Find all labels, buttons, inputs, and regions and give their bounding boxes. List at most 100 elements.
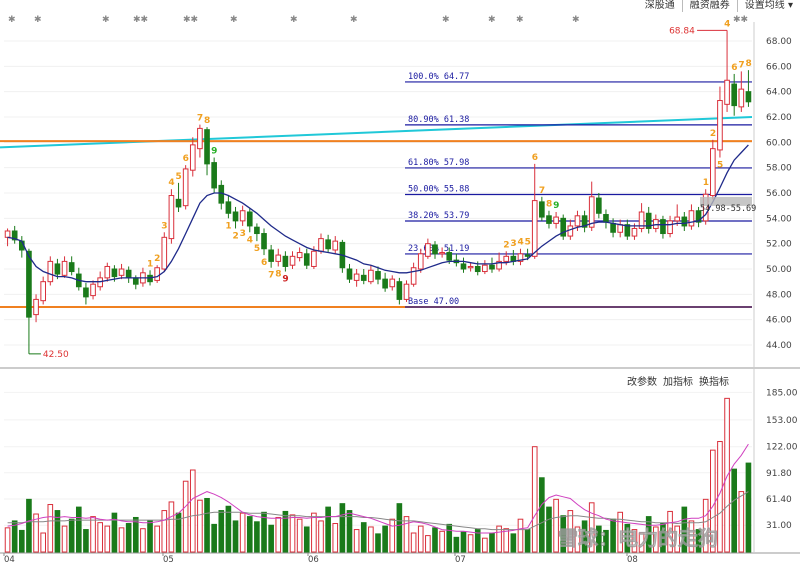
volume-bar-up (168, 501, 175, 553)
volume-bar-down (204, 497, 210, 553)
candlesticks (4, 30, 752, 354)
td-count-label: 8 (745, 59, 751, 69)
low-label: 42.50 (43, 350, 69, 360)
td-count-label: 1 (147, 259, 153, 269)
candle-body-down (446, 252, 453, 261)
volume-bar-up (61, 525, 68, 553)
volume-bar-down (745, 462, 752, 553)
switch-indicator-button[interactable]: 换指标 (699, 377, 735, 391)
td-count-label: 5 (254, 244, 260, 254)
candle-body-up (311, 250, 317, 267)
volume-bar-up (311, 512, 317, 553)
volume-tick-label: 185.00 (766, 388, 798, 398)
top-marker: ✱✱ (133, 15, 148, 25)
td-count-label: 7 (539, 186, 545, 196)
volume-bar-down (282, 510, 289, 553)
volume-bar-up (296, 518, 303, 553)
candle-body-up (61, 260, 68, 276)
volume-bar-down (460, 531, 467, 553)
volume-bar-up (118, 527, 125, 553)
candle-body-up (296, 252, 303, 259)
candle-body-up (353, 273, 360, 281)
candle-body-down (432, 244, 438, 255)
td-count-label: 7 (197, 114, 203, 124)
volume-bar-down (218, 510, 225, 553)
td-count-label: 4 (517, 238, 523, 248)
watermark-text: 雪球：电力的走狗 (558, 526, 718, 550)
volume-tick-label: 122.00 (766, 443, 798, 453)
change-params-button[interactable]: 改参数 (627, 377, 663, 391)
date-tick-label: 04 (4, 555, 15, 563)
volume-tick-label: 61.40 (766, 495, 792, 505)
price-tick-label: 48.00 (766, 290, 792, 300)
candle-body-up (332, 240, 339, 251)
volume-bar-up (47, 504, 54, 553)
price-tick-label: 58.00 (766, 164, 792, 174)
volume-bar-up (289, 514, 296, 553)
price-tick-label: 56.00 (766, 189, 792, 199)
candle-body-up (688, 210, 695, 227)
candle-body-up (553, 216, 559, 224)
volume-axis: 185.00 153.00 122.00 91.80 61.40 31.00 (766, 388, 798, 531)
range-box-label: 54.98-55.69 (700, 204, 756, 214)
volume-tick-label: 91.80 (766, 469, 792, 479)
td-count-label: 4 (168, 178, 174, 188)
volume-bar-down (382, 525, 388, 553)
northbound-link[interactable]: 深股通 (638, 0, 682, 14)
fibonacci-levels: 100.0% 64.77 80.90% 61.38 61.80% 57.98 50.0… (405, 72, 752, 308)
td-count-label: 2 (233, 231, 239, 241)
td-count-label: 9 (553, 201, 559, 211)
volume-bar-down (268, 524, 274, 553)
volume-bar-up (531, 446, 538, 553)
volume-bar-up (104, 525, 111, 553)
volume-bar-down (211, 523, 217, 553)
candle-body-down (218, 184, 225, 204)
td-count-label: 4 (724, 19, 730, 29)
candle-body-down (474, 265, 481, 273)
volume-bar-up (4, 527, 11, 553)
td-count-label: 6 (261, 258, 267, 268)
volume-bar-down (396, 503, 403, 553)
candle-body-down (204, 129, 210, 165)
volume-bar-up (161, 510, 168, 553)
volume-bar-up (738, 491, 745, 553)
add-indicator-button[interactable]: 加指标 (663, 377, 699, 391)
candle-body-up (47, 260, 54, 283)
ma-line (7, 144, 749, 283)
candle-body-down (524, 254, 531, 257)
volume-bar-down (524, 529, 531, 553)
volume-bar-down (26, 498, 32, 553)
td-count-label: 6 (731, 63, 737, 73)
td-count-label: 5 (525, 238, 531, 248)
candle-body-down (254, 226, 260, 235)
candle-body-down (246, 211, 253, 227)
candle-body-up (567, 225, 574, 237)
volume-bar-down (731, 468, 738, 553)
margin-trading-link[interactable]: 融资融券 (683, 0, 737, 14)
candle-body-up (154, 267, 160, 281)
td-count-label: 3 (240, 229, 246, 239)
volume-bar-up (154, 525, 160, 553)
volume-bar-up (275, 516, 282, 553)
volume-bar-up (197, 499, 203, 553)
volume-bar-down (232, 520, 239, 553)
ma-settings-dropdown[interactable]: 设置均线 ▾ (738, 0, 800, 14)
cyan-trendline (0, 116, 753, 149)
candle-body-up (189, 144, 196, 171)
candle-body-down (125, 269, 132, 279)
volume-bar-up (332, 523, 339, 553)
td-count-label: 2 (154, 254, 160, 264)
candle-body-up (667, 220, 673, 235)
candle-body-up (653, 219, 659, 229)
candle-body-up (168, 195, 175, 240)
candle-body-down (460, 263, 467, 270)
candle-body-down (26, 250, 32, 318)
candle-body-up (738, 88, 745, 108)
candle-body-down (489, 264, 495, 270)
price-tick-label: 68.00 (766, 37, 792, 47)
volume-bar-down (510, 533, 517, 553)
volume-bar-down (75, 506, 82, 553)
volume-bar-down (132, 516, 139, 553)
candle-body-down (382, 278, 388, 289)
candle-body-down (325, 239, 331, 250)
